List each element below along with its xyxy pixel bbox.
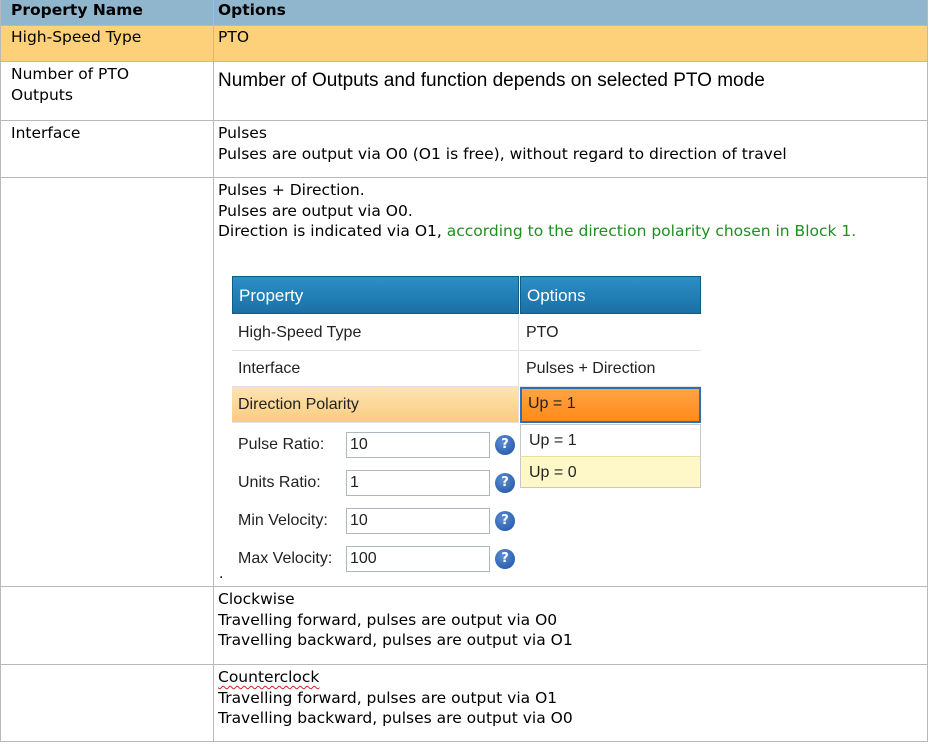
row-value: Pulses Pulses are output via O0 (O1 is f…	[218, 124, 787, 163]
shot-row-label-selected: Direction Polarity	[232, 387, 519, 423]
table-row-clockwise: Clockwise Travelling forward, pulses are…	[0, 587, 928, 665]
dropdown-option-up1[interactable]: Up = 1	[520, 424, 701, 456]
row-label: Interface	[11, 124, 81, 142]
table-header: Property Name Options	[0, 0, 928, 26]
row-value: Counterclock Travelling forward, pulses …	[218, 668, 573, 727]
min-velocity-label: Min Velocity:	[238, 512, 328, 529]
green-note: according to the direction polarity chos…	[446, 222, 857, 240]
shot-header-property: Property	[232, 276, 519, 314]
dropdown-option-up0[interactable]: Up = 0	[520, 456, 701, 488]
max-velocity-label: Max Velocity:	[238, 550, 333, 567]
header-options: Options	[213, 0, 928, 25]
row-value: Number of Outputs and function depends o…	[218, 70, 765, 91]
pulse-ratio-label: Pulse Ratio:	[238, 436, 325, 453]
help-icon[interactable]: ?	[495, 473, 515, 493]
embedded-property-screenshot: Property Options High-Speed Type PTO Int…	[232, 276, 701, 574]
row-label: Number of PTO Outputs	[11, 65, 130, 104]
table-row-high-speed: High-Speed Type PTO	[0, 26, 928, 62]
shot-row-label: High-Speed Type	[232, 315, 519, 351]
bullet-dot: .	[219, 566, 224, 582]
counterclock-title: Counterclock	[218, 668, 320, 686]
min-velocity-input[interactable]: 10	[346, 508, 490, 534]
help-icon[interactable]: ?	[495, 511, 515, 531]
direction-polarity-select[interactable]: Up = 1	[520, 387, 701, 423]
help-icon[interactable]: ?	[495, 549, 515, 569]
row-value: Clockwise Travelling forward, pulses are…	[218, 590, 573, 649]
row-label: High-Speed Type	[11, 28, 142, 46]
row-value: PTO	[218, 28, 250, 46]
header-property-name: Property Name	[0, 0, 214, 25]
max-velocity-input[interactable]: 100	[346, 546, 490, 572]
pulses-direction-text: Pulses + Direction. Pulses are output vi…	[218, 181, 857, 240]
table-row-num-outputs: Number of PTO Outputs Number of Outputs …	[0, 62, 928, 121]
units-ratio-label: Units Ratio:	[238, 474, 321, 491]
shot-header-options: Options	[520, 276, 701, 314]
units-ratio-input[interactable]: 1	[346, 470, 490, 496]
shot-row-value[interactable]: PTO	[520, 315, 701, 351]
help-icon[interactable]: ?	[495, 435, 515, 455]
table-row-interface: Interface Pulses Pulses are output via O…	[0, 121, 928, 178]
shot-row-label: Interface	[232, 351, 519, 387]
table-row-counterclock: Counterclock Travelling forward, pulses …	[0, 665, 928, 742]
pulse-ratio-input[interactable]: 10	[346, 432, 490, 458]
shot-row-value[interactable]: Pulses + Direction	[520, 351, 701, 387]
